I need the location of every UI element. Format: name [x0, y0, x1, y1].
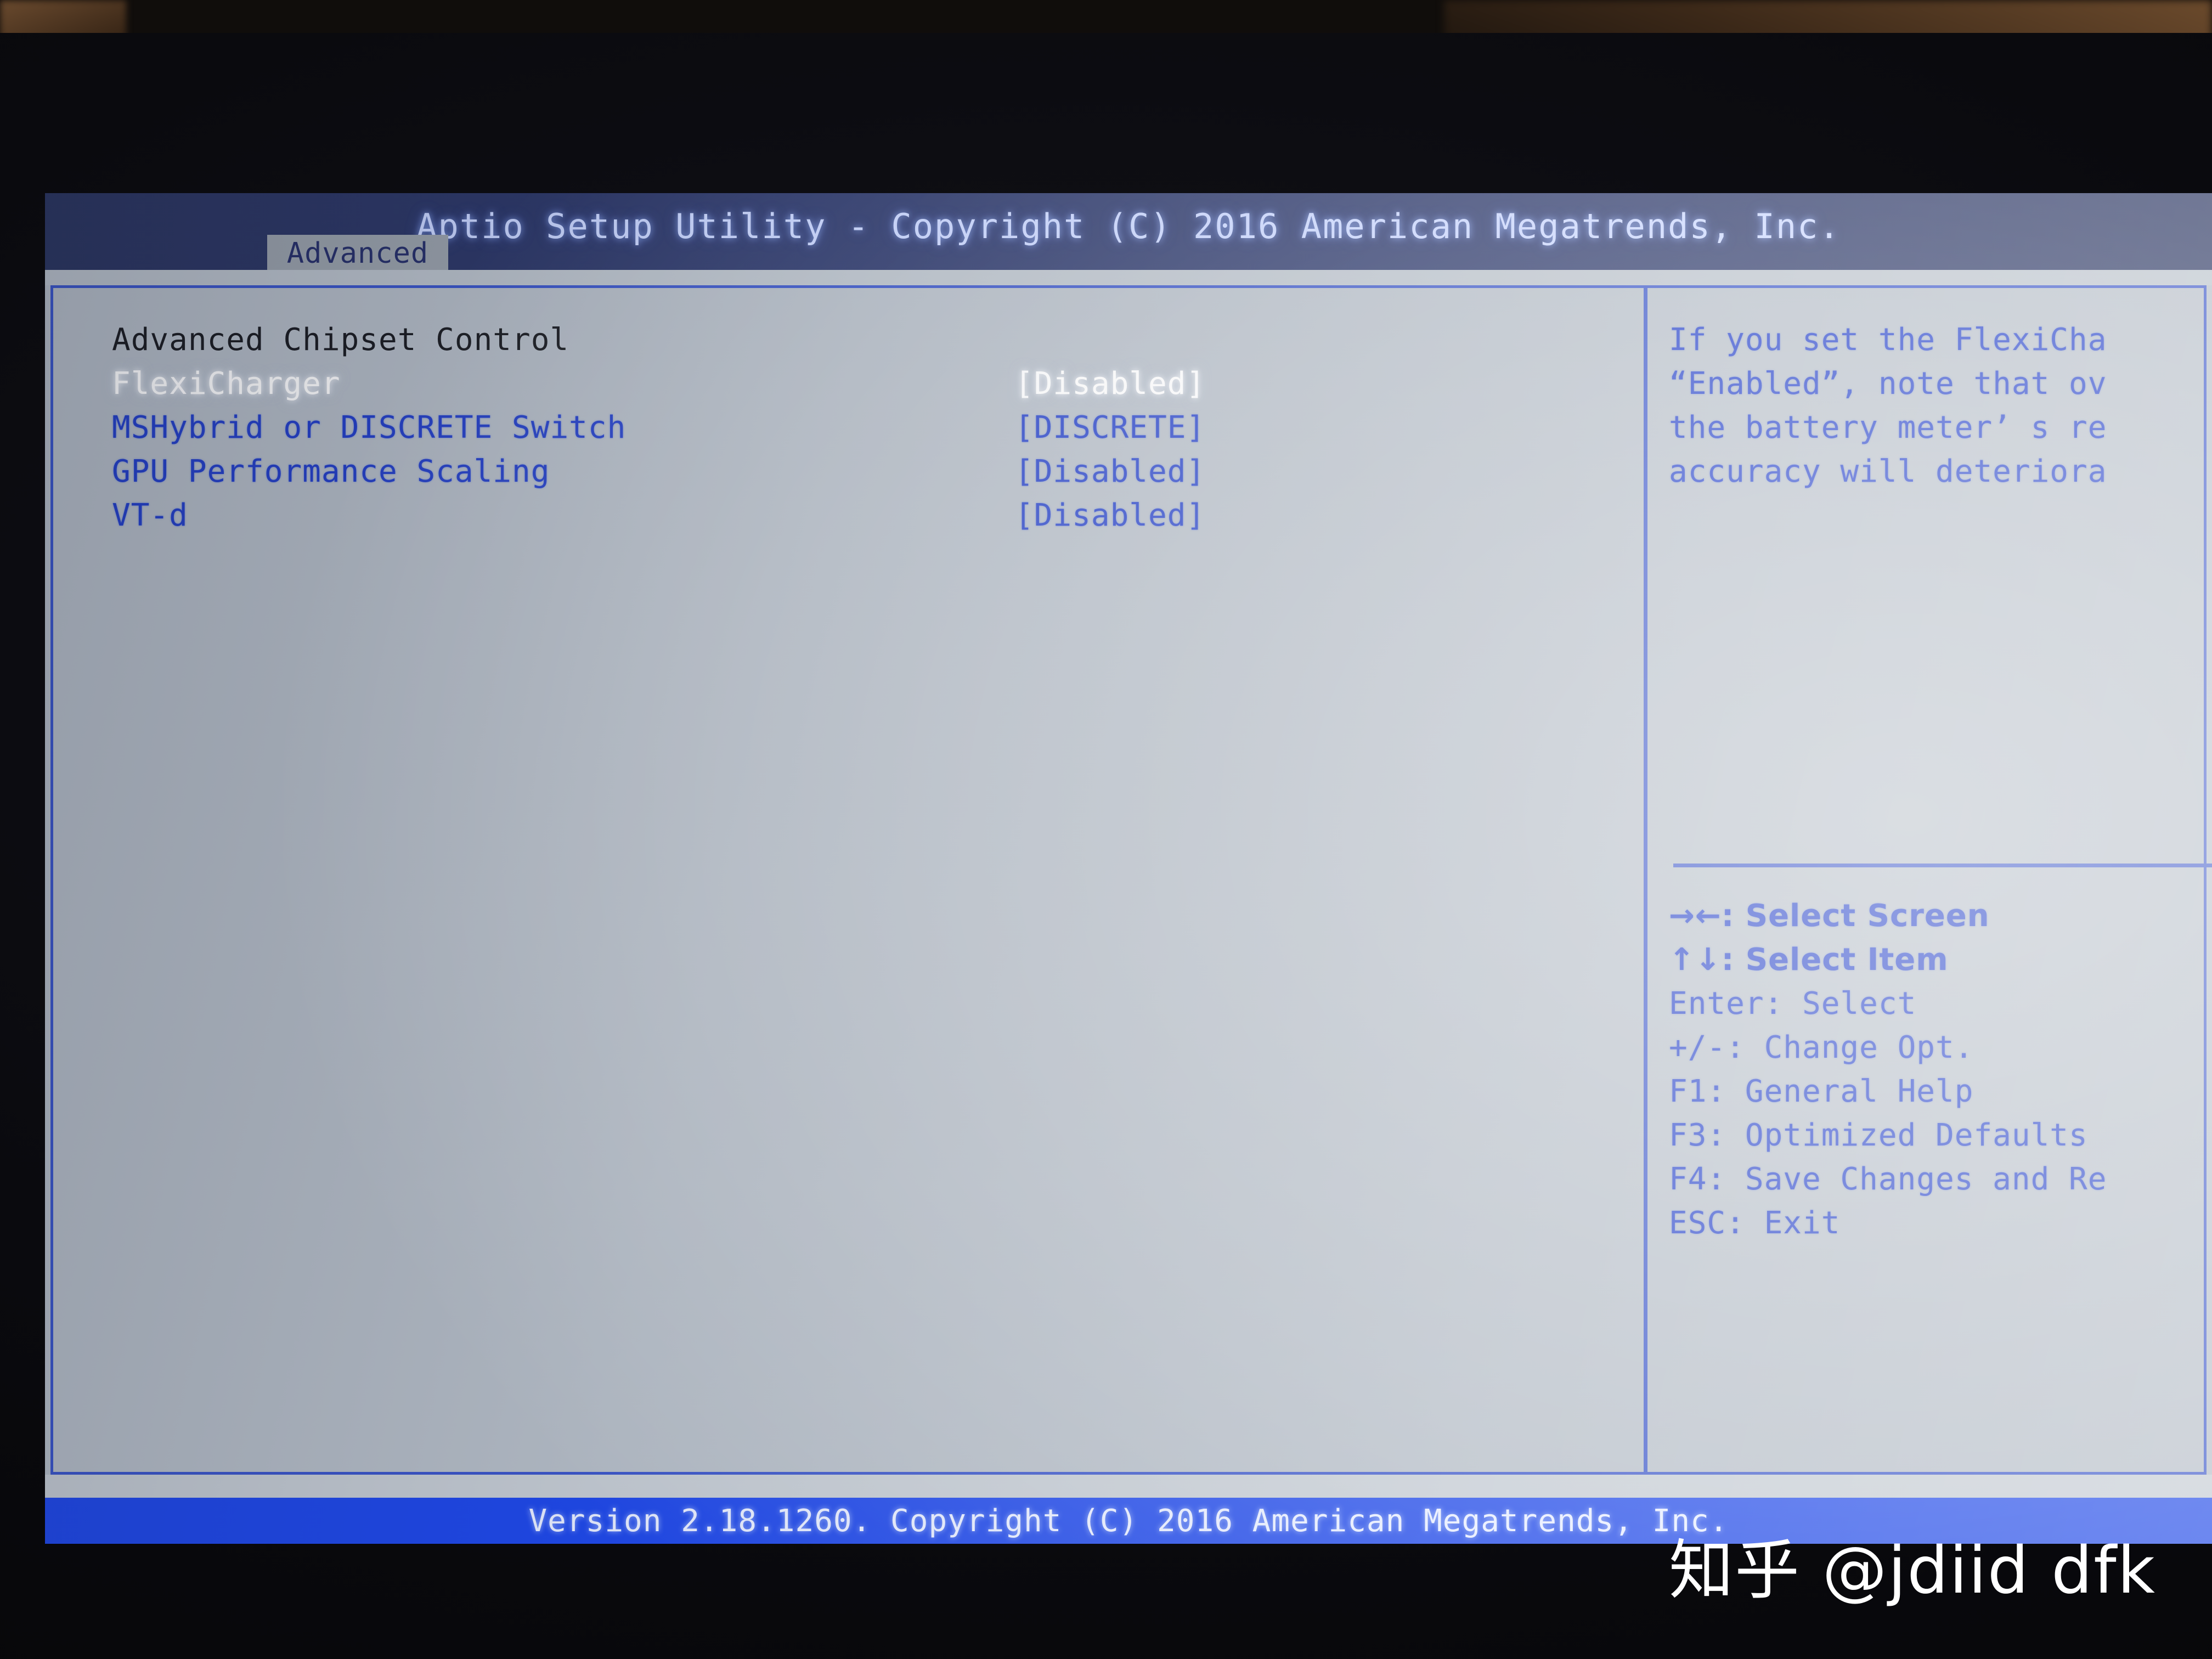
bios-screen: Aptio Setup Utility - Copyright (C) 2016…: [45, 193, 2212, 1544]
help-panel: If you set the FlexiCha “Enabled”, note …: [1669, 318, 2212, 494]
help-text-line: the battery meter’ s re: [1669, 410, 2107, 445]
watermark: 知乎 @jdiid dfk: [1669, 1532, 2156, 1608]
header-content-gap: [45, 270, 2212, 285]
setting-value[interactable]: [DISCRETE]: [1015, 406, 1205, 450]
legend-save-changes: F4: Save Changes and Re: [1669, 1161, 2107, 1197]
setting-label: FlexiCharger: [112, 366, 341, 402]
setting-label: MSHybrid or DISCRETE Switch: [112, 410, 627, 445]
legend-select-screen: →←: Select Screen: [1669, 898, 1990, 934]
legend-enter-select: Enter: Select: [1669, 986, 1917, 1022]
setting-row-vt-d[interactable]: VT-d [Disabled]: [112, 494, 1615, 538]
section-title: Advanced Chipset Control: [112, 322, 569, 358]
setting-row-flexicharger[interactable]: FlexiCharger [Disabled]: [112, 362, 1615, 406]
setting-row-gpu-performance-scaling[interactable]: GPU Performance Scaling [Disabled]: [112, 450, 1615, 494]
setting-value[interactable]: [Disabled]: [1015, 494, 1205, 538]
help-text-line: accuracy will deteriora: [1669, 454, 2107, 489]
help-text-line: “Enabled”, note that ov: [1669, 366, 2107, 402]
legend-optimized-defaults: F3: Optimized Defaults: [1669, 1118, 2088, 1153]
keyboard-legend: →←: Select Screen ↑↓: Select Item Enter:…: [1669, 894, 2212, 1245]
help-text-line: If you set the FlexiCha: [1669, 322, 2107, 358]
legend-select-item: ↑↓: Select Item: [1669, 942, 1949, 978]
legend-change-opt: +/-: Change Opt.: [1669, 1030, 1974, 1065]
bios-header-bar: Aptio Setup Utility - Copyright (C) 2016…: [45, 193, 2212, 272]
setting-label: VT-d: [112, 498, 188, 533]
legend-esc-exit: ESC: Exit: [1669, 1205, 1841, 1241]
setting-label: GPU Performance Scaling: [112, 454, 550, 489]
content-footer-gap: [45, 1475, 2212, 1498]
setting-value[interactable]: [Disabled]: [1015, 450, 1205, 494]
legend-general-help: F1: General Help: [1669, 1074, 1974, 1109]
panel-divider: [1644, 288, 1647, 1472]
tab-advanced[interactable]: Advanced: [267, 235, 448, 272]
setting-row-mshybrid-or-discrete-switch[interactable]: MSHybrid or DISCRETE Switch [DISCRETE]: [112, 406, 1615, 450]
settings-list: Advanced Chipset Control FlexiCharger [D…: [112, 318, 1615, 538]
version-text: Version 2.18.1260. Copyright (C) 2016 Am…: [528, 1503, 1729, 1539]
setting-value[interactable]: [Disabled]: [1015, 362, 1205, 406]
help-legend-separator: [1673, 864, 2212, 867]
tab-strip: Advanced: [45, 235, 2212, 272]
